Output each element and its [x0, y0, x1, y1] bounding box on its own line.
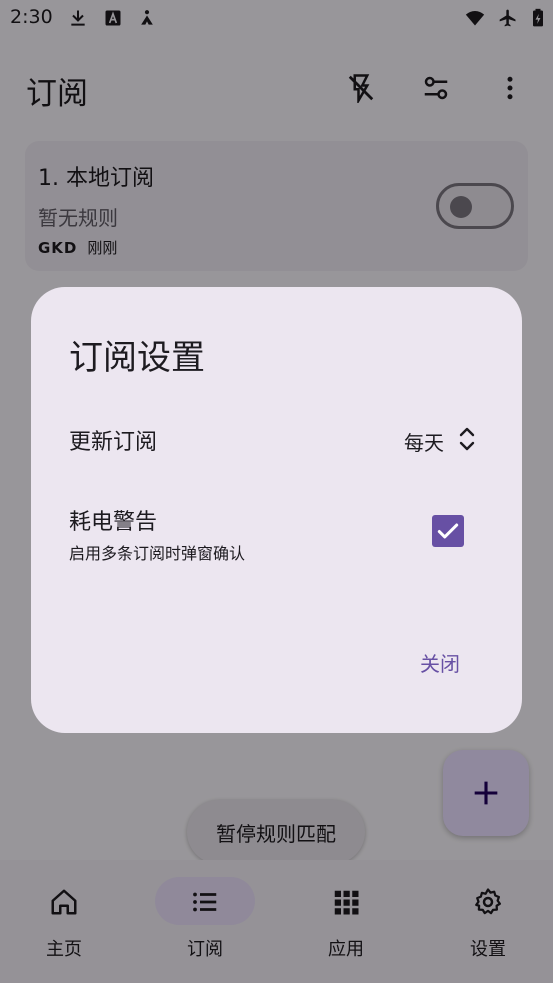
- close-button[interactable]: 关闭: [408, 642, 472, 682]
- power-warning-desc: 启用多条订阅时弹窗确认: [69, 544, 246, 563]
- dialog-title: 订阅设置: [69, 338, 205, 378]
- power-warning-checkbox[interactable]: [432, 515, 464, 547]
- unfold-more-icon[interactable]: [457, 424, 477, 454]
- check-icon: [437, 523, 459, 539]
- update-subscription-label: 更新订阅: [69, 430, 158, 455]
- power-warning-label: 耗电警告: [69, 510, 158, 535]
- update-frequency-select[interactable]: 每天: [404, 427, 444, 456]
